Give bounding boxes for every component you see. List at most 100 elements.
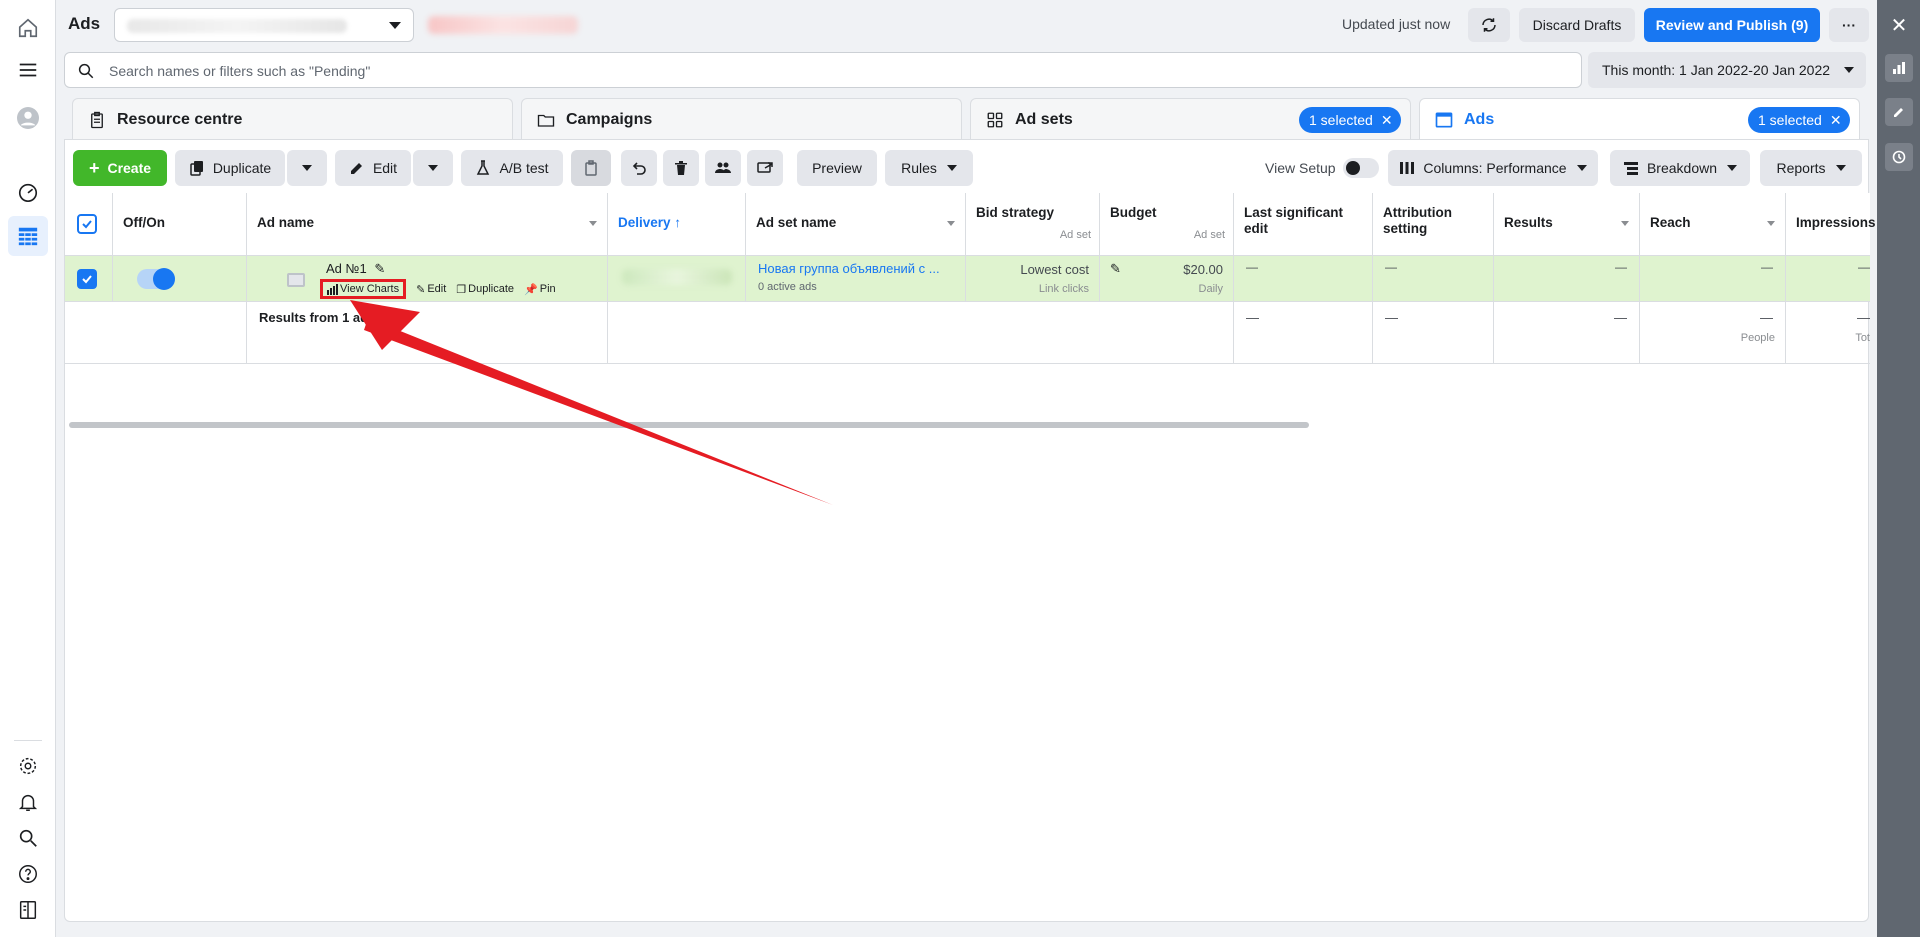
preview-button[interactable]: Preview [797, 150, 877, 186]
select-all-checkbox[interactable] [77, 214, 97, 234]
create-button[interactable]: + Create [73, 150, 167, 186]
reports-panel-icon[interactable] [12, 894, 44, 926]
tab-ad-sets[interactable]: Ad sets 1 selected ✕ [970, 98, 1411, 140]
export-button[interactable] [747, 150, 783, 186]
tab-campaigns[interactable]: Campaigns [521, 98, 962, 140]
toggle-knob [1346, 161, 1360, 175]
clipboard-button[interactable] [571, 150, 611, 186]
ad-status-toggle[interactable] [137, 268, 175, 290]
column-header-ad-name[interactable]: Ad name [247, 193, 608, 256]
column-header-ad-set-name[interactable]: Ad set name [746, 193, 966, 256]
clipboard-icon [585, 160, 597, 176]
search-icon[interactable] [12, 822, 44, 854]
budget-value: $20.00 [1183, 262, 1223, 277]
discard-drafts-button[interactable]: Discard Drafts [1519, 8, 1635, 42]
help-icon[interactable] [12, 858, 44, 890]
undo-icon [632, 162, 646, 175]
info-icon[interactable]: ⓘ [375, 308, 387, 325]
edit-link[interactable]: ✎ Edit [416, 283, 446, 296]
duplicate-link[interactable]: ❐ Duplicate [456, 283, 514, 296]
dashboard-icon[interactable] [12, 176, 44, 208]
search-input[interactable] [109, 61, 1509, 81]
ad-account-selector[interactable] [114, 8, 414, 42]
horizontal-scrollbar[interactable] [69, 422, 1309, 428]
close-icon[interactable]: ✕ [1381, 112, 1393, 129]
ad-name[interactable]: Ad №1 ✎ [326, 261, 385, 277]
sort-caret-icon [589, 221, 597, 226]
edit-button[interactable]: Edit [335, 150, 411, 186]
home-icon[interactable] [12, 12, 44, 44]
bar-chart-icon[interactable] [1885, 54, 1913, 82]
sort-caret-icon [1767, 221, 1775, 226]
table-row[interactable]: Ad №1 ✎ View Charts ✎ Edit ❐ Duplicate 📌… [65, 256, 1870, 302]
notifications-icon[interactable] [12, 786, 44, 818]
summary-label-cell: Results from 1 ad ⓘ [247, 302, 608, 364]
column-header-bid-strategy[interactable]: Bid strategy Ad set [966, 193, 1100, 256]
reports-button[interactable]: Reports [1760, 150, 1862, 186]
close-icon[interactable]: ✕ [1887, 14, 1911, 38]
column-header-delivery[interactable]: Delivery ↑ [608, 193, 746, 256]
tab-label: Ad sets [1015, 110, 1073, 128]
account-name-redacted [127, 19, 347, 33]
close-icon[interactable]: ✕ [1830, 112, 1842, 129]
attribution-cell: — [1373, 256, 1494, 302]
chevron-down-icon [946, 165, 957, 171]
reach-cell: — [1640, 256, 1786, 302]
empty-value: — [1615, 260, 1627, 274]
duplicate-dropdown[interactable] [287, 150, 327, 186]
tab-ads[interactable]: Ads 1 selected ✕ [1419, 98, 1860, 140]
reports-label: Reports [1776, 160, 1826, 176]
trash-icon [675, 161, 687, 175]
menu-icon[interactable] [12, 54, 44, 86]
selection-chip[interactable]: 1 selected ✕ [1299, 107, 1401, 133]
settings-icon[interactable] [12, 750, 44, 782]
pin-link[interactable]: 📌 Pin [524, 283, 556, 296]
tab-resource-centre[interactable]: Resource centre [72, 98, 513, 140]
view-charts-link[interactable]: View Charts [320, 279, 407, 299]
columns-label: Columns: Performance [1423, 160, 1567, 176]
delete-button[interactable] [663, 150, 699, 186]
folder-icon [536, 110, 556, 130]
column-header-results[interactable]: Results [1494, 193, 1640, 256]
search-bar[interactable] [64, 52, 1582, 88]
pin-link-label: Pin [539, 283, 556, 295]
edit-dropdown[interactable] [413, 150, 453, 186]
review-and-publish-button[interactable]: Review and Publish (9) [1644, 8, 1820, 42]
pencil-icon[interactable] [1885, 98, 1913, 126]
column-header-budget[interactable]: Budget Ad set [1100, 193, 1234, 256]
breakdown-button[interactable]: Breakdown [1610, 150, 1750, 186]
selection-chip[interactable]: 1 selected ✕ [1748, 107, 1850, 133]
columns-button[interactable]: Columns: Performance [1388, 150, 1598, 186]
pencil-icon[interactable]: ✎ [1110, 261, 1121, 277]
column-header-reach[interactable]: Reach [1640, 193, 1786, 256]
summary-attribution: — [1373, 302, 1494, 364]
ab-test-button[interactable]: A/B test [461, 150, 563, 186]
column-header-last-significant-edit[interactable]: Last significant edit [1234, 193, 1373, 256]
more-options-button[interactable]: ··· [1829, 8, 1869, 42]
column-header-off-on[interactable]: Off/On [113, 193, 247, 256]
pencil-icon [350, 163, 362, 174]
chevron-down-icon [1727, 165, 1738, 171]
pencil-icon[interactable]: ✎ [374, 261, 385, 276]
rules-button[interactable]: Rules [885, 150, 973, 186]
search-icon [78, 63, 94, 79]
header-label: Ad name [257, 215, 315, 230]
column-header-impressions[interactable]: Impressions [1786, 193, 1876, 256]
ads-manager-table-icon[interactable] [8, 216, 48, 256]
view-setup-toggle[interactable] [1343, 158, 1379, 178]
ads-table-panel: + Create Duplicate Edit A/B test Preview… [64, 139, 1876, 922]
refresh-button[interactable] [1468, 8, 1510, 42]
date-range-picker[interactable]: This month: 1 Jan 2022-20 Jan 2022 [1588, 52, 1866, 88]
column-header-attribution-setting[interactable]: Attribution setting [1373, 193, 1494, 256]
duplicate-button[interactable]: Duplicate [175, 150, 285, 186]
history-icon[interactable] [1885, 143, 1913, 171]
row-checkbox[interactable] [77, 269, 97, 289]
ad-set-link[interactable]: Новая группа объявлений с ... [758, 261, 958, 276]
audience-button[interactable] [705, 150, 741, 186]
sort-caret-icon [1621, 221, 1629, 226]
empty-value: — [1760, 310, 1773, 325]
undo-button[interactable] [621, 150, 657, 186]
avatar[interactable] [12, 102, 44, 134]
empty-value: — [1614, 310, 1627, 325]
ad-name-cell: Ad №1 ✎ View Charts ✎ Edit ❐ Duplicate 📌… [247, 256, 608, 302]
